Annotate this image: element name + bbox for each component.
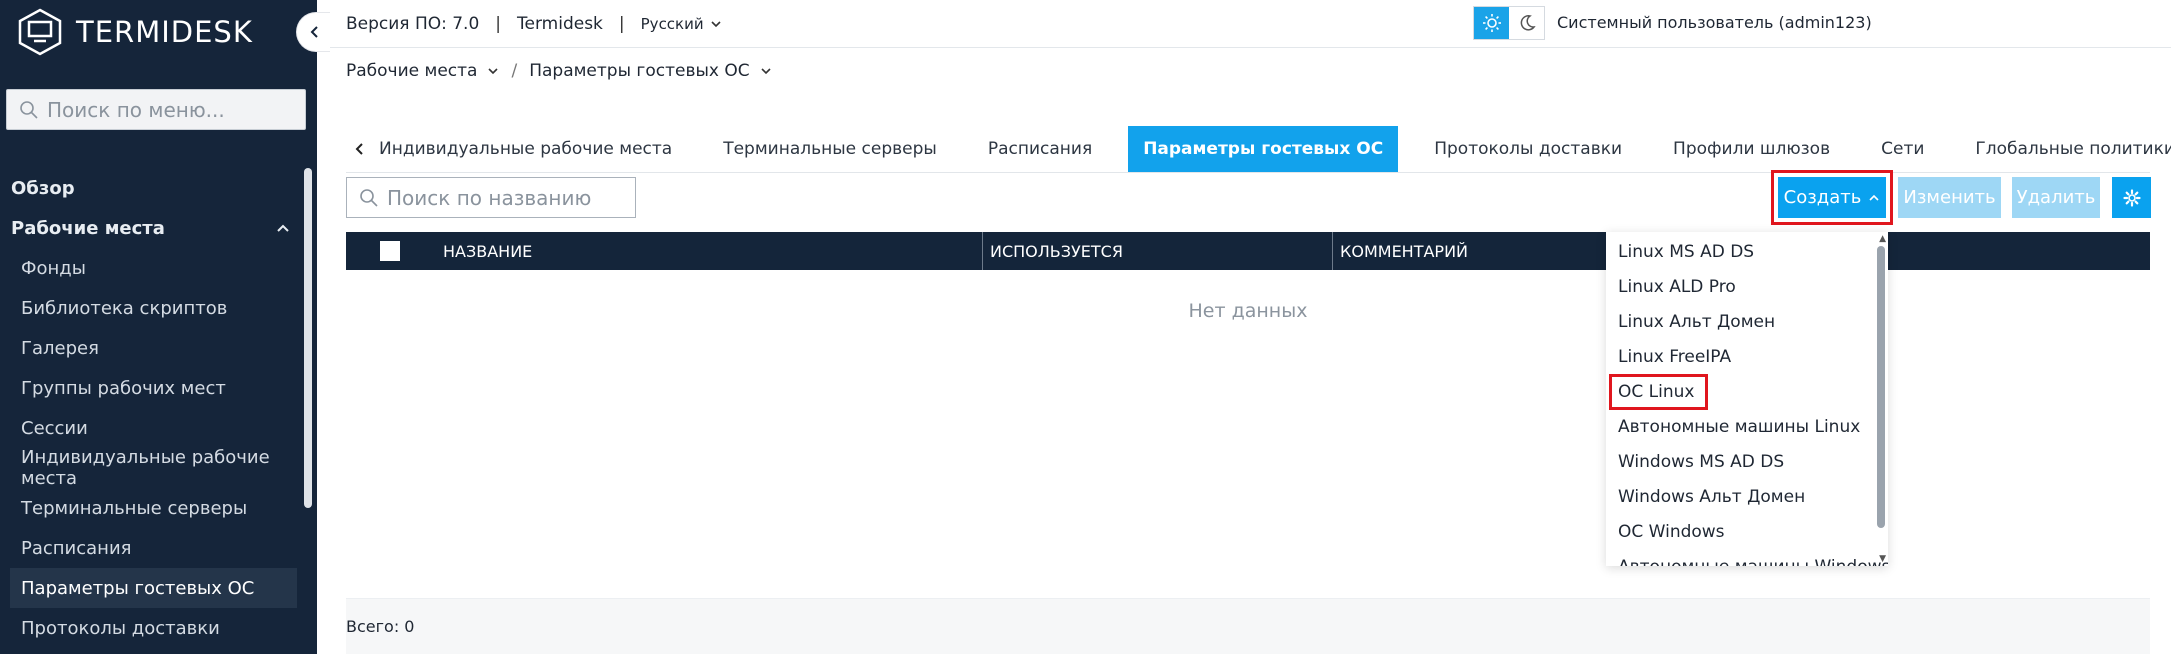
collapse-sidebar-button[interactable] <box>296 12 330 52</box>
sidebar-item-schedules[interactable]: Расписания <box>0 528 300 568</box>
sidebar-item-sessions[interactable]: Сессии <box>0 408 300 448</box>
menu-item-standalone-windows[interactable]: Автономные машины Windows <box>1606 549 1888 567</box>
tab-schedules[interactable]: Расписания <box>973 126 1107 172</box>
menu-item-windows-alt-domain[interactable]: Windows Альт Домен <box>1606 479 1888 514</box>
dropdown-scrollbar[interactable] <box>1877 246 1885 528</box>
create-button[interactable]: Создать <box>1778 177 1886 218</box>
breadcrumb-parent[interactable]: Рабочие места <box>346 61 499 81</box>
termidesk-logo-icon <box>18 8 62 56</box>
menu-search-input[interactable]: Поиск по меню... <box>6 89 306 130</box>
sidebar-item-guest-os-params[interactable]: Параметры гостевых ОС <box>10 568 297 608</box>
menu-item-linux-ms-ad-ds[interactable]: Linux MS AD DS <box>1606 234 1888 269</box>
name-search-placeholder: Поиск по названию <box>387 185 592 210</box>
tab-individual-workplaces[interactable]: Индивидуальные рабочие места <box>364 126 687 172</box>
tab-bar: Индивидуальные рабочие места Терминальны… <box>346 126 2171 173</box>
theme-toggle[interactable] <box>1473 6 1545 40</box>
breadcrumb-current-label: Параметры гостевых ОС <box>529 61 750 81</box>
menu-item-linux-alt-domain[interactable]: Linux Альт Домен <box>1606 304 1888 339</box>
menu-item-windows-ms-ad-ds[interactable]: Windows MS AD DS <box>1606 444 1888 479</box>
tab-terminal-servers[interactable]: Терминальные серверы <box>708 126 952 172</box>
menu-item-os-linux[interactable]: ОС Linux <box>1606 374 1888 410</box>
tabs-scroll-left-button[interactable] <box>346 126 364 172</box>
sidebar: TERMIDESK Поиск по меню... Обзор Рабочие… <box>0 0 317 654</box>
product-label: Termidesk <box>517 13 603 34</box>
sidebar-item-terminal-servers[interactable]: Терминальные серверы <box>0 488 300 528</box>
menu-item-standalone-linux[interactable]: Автономные машины Linux <box>1606 409 1888 444</box>
light-theme-button[interactable] <box>1474 7 1509 39</box>
dark-theme-button[interactable] <box>1509 7 1544 39</box>
sidebar-item-funds[interactable]: Фонды <box>0 248 300 288</box>
sidebar-menu: Обзор Рабочие места Фонды Библиотека скр… <box>0 168 300 648</box>
select-all-checkbox[interactable] <box>380 241 400 261</box>
search-icon <box>20 100 38 119</box>
menu-item-highlight <box>1609 374 1708 410</box>
chevron-up-icon <box>277 224 289 232</box>
gear-icon <box>2122 188 2141 207</box>
create-button-label: Создать <box>1783 187 1862 208</box>
sun-icon <box>1482 14 1501 32</box>
menu-item-linux-freeipa[interactable]: Linux FreeIPA <box>1606 339 1888 374</box>
language-value: Русский <box>640 14 704 33</box>
sidebar-section-label: Рабочие места <box>11 217 165 239</box>
sidebar-scrollbar[interactable] <box>304 168 312 508</box>
tab-guest-os-params[interactable]: Параметры гостевых ОС <box>1128 126 1399 172</box>
chevron-down-icon <box>488 68 499 75</box>
menu-item-linux-ald-pro[interactable]: Linux ALD Pro <box>1606 269 1888 304</box>
tab-gateway-profiles[interactable]: Профили шлюзов <box>1658 126 1845 172</box>
table-footer: Всего: 0 <box>346 598 2150 654</box>
sidebar-item-script-library[interactable]: Библиотека скриптов <box>0 288 300 328</box>
scroll-down-arrow-icon[interactable]: ▼ <box>1879 554 1886 564</box>
user-menu[interactable]: Системный пользователь (admin123) <box>1557 13 1872 32</box>
top-bar: Версия ПО: 7.0 | Termidesk | Русский <box>317 0 2171 48</box>
delete-button[interactable]: Удалить <box>2012 177 2100 218</box>
search-icon <box>360 188 378 207</box>
breadcrumb-separator: / <box>511 61 518 81</box>
divider: | <box>495 13 502 34</box>
divider: | <box>618 13 625 34</box>
total-count: Всего: 0 <box>346 617 415 636</box>
sidebar-item-individual-workplaces[interactable]: Индивидуальные рабочие места <box>0 447 300 489</box>
breadcrumb-parent-label: Рабочие места <box>346 61 478 81</box>
column-header-used[interactable]: ИСПОЛЬЗУЕТСЯ <box>982 232 1123 270</box>
table-settings-button[interactable] <box>2112 177 2151 218</box>
column-header-comment[interactable]: КОММЕНТАРИЙ <box>1332 232 1468 270</box>
menu-search-placeholder: Поиск по меню... <box>47 97 225 122</box>
chevron-left-icon <box>310 26 318 38</box>
tab-delivery-protocols[interactable]: Протоколы доставки <box>1419 126 1637 172</box>
moon-icon <box>1520 15 1536 31</box>
menu-item-os-windows[interactable]: ОС Windows <box>1606 514 1888 549</box>
sidebar-item-workplace-groups[interactable]: Группы рабочих мест <box>0 368 300 408</box>
sidebar-item-overview[interactable]: Обзор <box>0 168 300 208</box>
chevron-down-icon <box>761 68 771 75</box>
brand-name: TERMIDESK <box>76 15 253 49</box>
chevron-up-icon <box>1869 194 1879 201</box>
scroll-up-arrow-icon[interactable]: ▲ <box>1879 234 1886 244</box>
brand-logo[interactable]: TERMIDESK <box>16 6 253 58</box>
column-header-name[interactable]: НАЗВАНИЕ <box>436 232 532 270</box>
breadcrumb: Рабочие места / Параметры гостевых ОС <box>346 61 772 81</box>
edit-button[interactable]: Изменить <box>1898 177 2001 218</box>
sidebar-item-gallery[interactable]: Галерея <box>0 328 300 368</box>
sidebar-item-delivery-protocols[interactable]: Протоколы доставки <box>0 608 300 648</box>
tab-global-policies[interactable]: Глобальные политики <box>1960 126 2171 172</box>
tab-networks[interactable]: Сети <box>1866 126 1939 172</box>
chevron-down-icon <box>711 20 721 27</box>
language-select[interactable]: Русский <box>641 15 722 33</box>
name-search-input[interactable]: Поиск по названию <box>346 177 636 218</box>
sidebar-section-workplaces[interactable]: Рабочие места <box>0 208 300 248</box>
create-dropdown-menu: Linux MS AD DS Linux ALD Pro Linux Альт … <box>1606 232 1888 566</box>
version-label: Версия ПО: 7.0 <box>346 13 480 34</box>
chevron-left-icon <box>355 143 363 155</box>
breadcrumb-current[interactable]: Параметры гостевых ОС <box>529 61 771 81</box>
